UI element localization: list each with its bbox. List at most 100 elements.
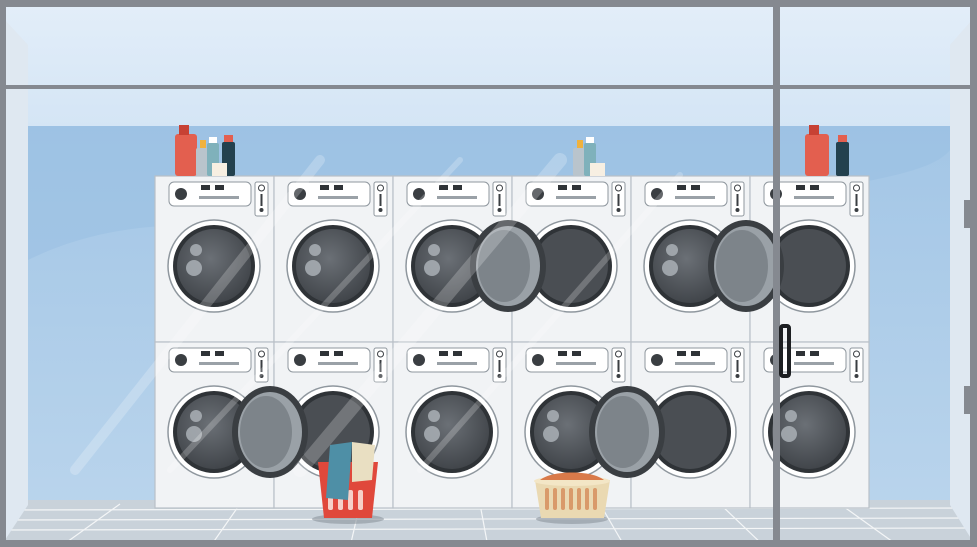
- glass-shine: [305, 260, 321, 276]
- glass-shine: [785, 410, 797, 422]
- spray-bottle-cap: [577, 140, 583, 148]
- glass-shine: [662, 260, 678, 276]
- frame-transom: [0, 85, 977, 89]
- glass-shine: [543, 426, 559, 442]
- open-door-glass-inner: [716, 230, 768, 302]
- bottle-cap: [838, 135, 847, 142]
- settings-strip: [794, 196, 834, 199]
- left-window-panel: [5, 20, 28, 540]
- soap-box-icon: [212, 163, 227, 176]
- coin-slot-opening: [855, 360, 858, 372]
- indicator-light: [558, 185, 567, 190]
- glass-shine: [781, 426, 797, 442]
- coin-slot-opening: [736, 360, 739, 372]
- settings-strip: [199, 196, 239, 199]
- indicator-light: [320, 185, 329, 190]
- indicator-light: [572, 185, 581, 190]
- bottle-cap: [179, 125, 189, 135]
- dial-knob[interactable]: [175, 188, 187, 200]
- frame-side-bracket: [964, 200, 970, 228]
- coin-slot-opening: [736, 194, 739, 206]
- clothes-cream-icon: [352, 442, 375, 482]
- indicator-light: [215, 185, 224, 190]
- bottle-icon: [836, 142, 849, 176]
- indicator-light: [677, 185, 686, 190]
- indicator-light: [691, 351, 700, 356]
- glass-shine: [428, 244, 440, 256]
- soap-box-icon: [590, 163, 605, 176]
- frame-top: [0, 0, 977, 7]
- indicator-light: [810, 185, 819, 190]
- settings-strip: [556, 196, 596, 199]
- coin-slot-opening: [379, 194, 382, 206]
- coin-return: [616, 374, 621, 378]
- indicator-light: [439, 185, 448, 190]
- frame-right: [970, 0, 977, 547]
- spray-bottle-cap: [200, 140, 206, 148]
- glass-shine: [666, 244, 678, 256]
- coin-slot-opening: [855, 194, 858, 206]
- frame-side-bracket: [964, 386, 970, 414]
- glass-shine: [186, 260, 202, 276]
- laundry-basket-wicker: [534, 472, 610, 524]
- indicator-light: [677, 351, 686, 356]
- glass-shine: [190, 244, 202, 256]
- dial-knob[interactable]: [175, 354, 187, 366]
- coin-slot-opening: [617, 360, 620, 372]
- settings-strip: [318, 196, 358, 199]
- settings-strip: [794, 362, 834, 365]
- settings-strip: [556, 362, 596, 365]
- indicator-light: [453, 351, 462, 356]
- coin-return: [854, 208, 859, 212]
- indicator-light: [201, 351, 210, 356]
- indicator-light: [201, 185, 210, 190]
- indicator-light: [796, 351, 805, 356]
- glass-shine: [190, 410, 202, 422]
- dial-knob[interactable]: [651, 354, 663, 366]
- indicator-light: [810, 351, 819, 356]
- coin-return: [497, 208, 502, 212]
- coin-slot-opening: [498, 194, 501, 206]
- bottle-cap: [209, 137, 217, 143]
- indicator-light: [572, 351, 581, 356]
- coin-slot-opening: [260, 194, 263, 206]
- frame-bottom: [0, 540, 977, 547]
- indicator-light: [558, 351, 567, 356]
- detergent-bottle-icon: [805, 134, 829, 176]
- indicator-light: [453, 185, 462, 190]
- glass-shine: [424, 260, 440, 276]
- frame-left: [0, 0, 6, 547]
- bottle-cap: [586, 137, 594, 143]
- settings-strip: [318, 362, 358, 365]
- glass-shine: [547, 410, 559, 422]
- coin-return: [616, 208, 621, 212]
- indicator-light: [320, 351, 329, 356]
- glass-shine: [309, 244, 321, 256]
- dial-knob[interactable]: [532, 354, 544, 366]
- settings-strip: [675, 362, 715, 365]
- washing-machine[interactable]: [749, 341, 870, 509]
- ceiling: [0, 0, 977, 128]
- glass-shine: [424, 426, 440, 442]
- dial-knob[interactable]: [413, 354, 425, 366]
- washing-machine[interactable]: [392, 341, 513, 509]
- frame-mullion: [773, 0, 780, 547]
- indicator-light: [691, 185, 700, 190]
- washing-machine[interactable]: [154, 175, 275, 343]
- laundromat-scene: [0, 0, 977, 547]
- bottle-cap: [224, 135, 233, 142]
- indicator-light: [334, 351, 343, 356]
- settings-strip: [437, 362, 477, 365]
- indicator-light: [439, 351, 448, 356]
- detergent-bottle-icon: [175, 134, 197, 176]
- dial-knob[interactable]: [294, 354, 306, 366]
- coin-return: [854, 374, 859, 378]
- clothes-blue-icon: [326, 442, 352, 500]
- indicator-light: [334, 185, 343, 190]
- indicator-light: [215, 351, 224, 356]
- open-door-glass-inner: [240, 396, 292, 468]
- glass-shine: [428, 410, 440, 422]
- coin-return: [378, 208, 383, 212]
- bottle-cap: [809, 125, 819, 135]
- right-window-panel: [950, 20, 972, 540]
